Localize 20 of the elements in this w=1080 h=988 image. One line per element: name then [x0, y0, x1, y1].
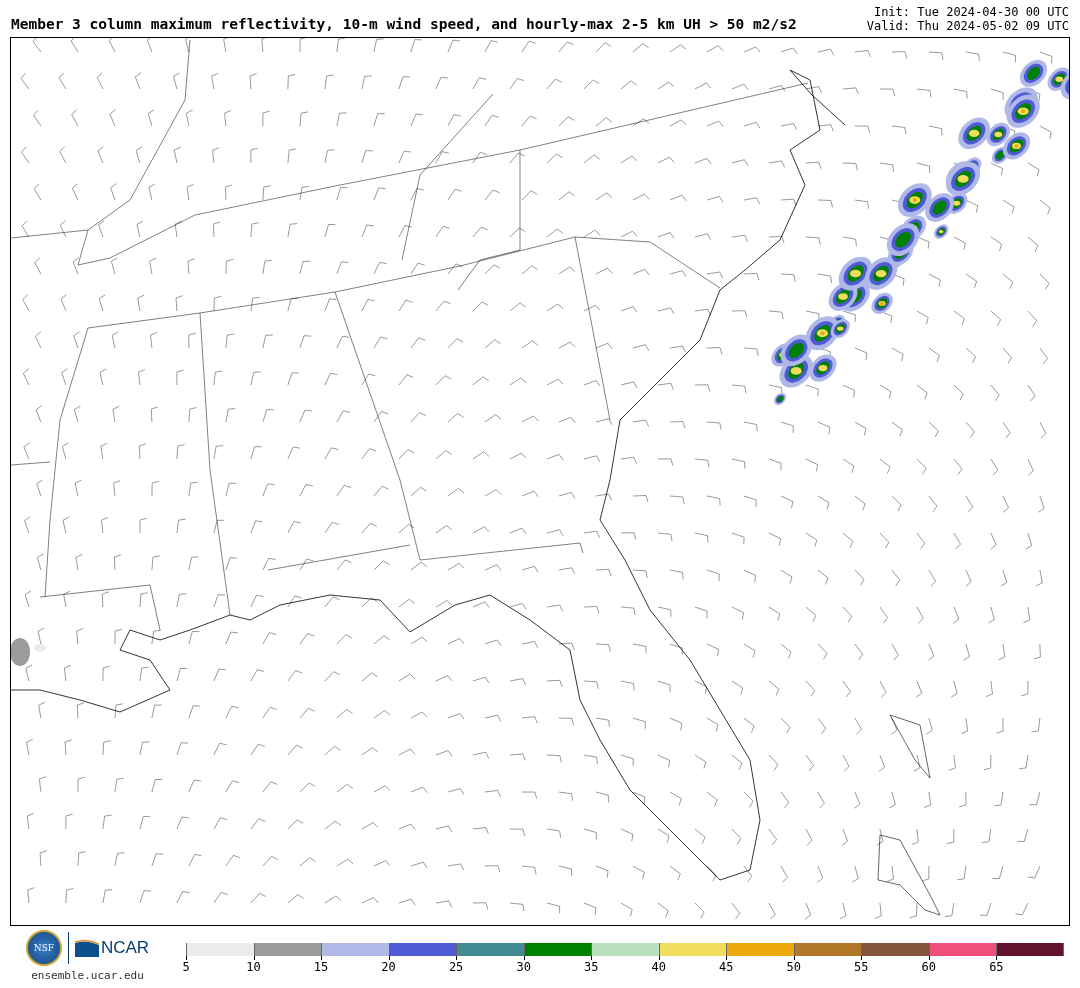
tick-label: 30 — [516, 960, 531, 974]
tick-label: 60 — [921, 960, 937, 974]
tick-label: 55 — [854, 960, 869, 974]
site-address: ensemble.ucar.edu — [31, 969, 144, 982]
org-name: NCAR — [100, 938, 150, 958]
tick-label: 65 — [989, 960, 1004, 974]
tick-label: 40 — [651, 960, 666, 974]
init-time: Init: Tue 2024-04-30 00 UTC — [873, 5, 1069, 19]
swoosh-icon — [74, 939, 99, 957]
tick-label: 45 — [719, 960, 734, 974]
tick-label: 5 — [182, 960, 190, 974]
tick-label: 10 — [246, 960, 261, 974]
valid-time: Valid: Thu 2024-05-02 09 UTC — [866, 19, 1069, 33]
plot-title: Member 3 column maximum reflectivity, 10-m wind speed, and hourly-max 2-5 km UH > 50 m2/s2 — [11, 16, 797, 33]
tick-label: 25 — [448, 960, 464, 974]
nsf-seal: NSF — [25, 930, 62, 966]
tick-label: 50 — [786, 960, 801, 974]
tick-label: 35 — [583, 960, 599, 974]
tick-label: 20 — [381, 960, 396, 974]
tick-label: 15 — [313, 960, 329, 974]
